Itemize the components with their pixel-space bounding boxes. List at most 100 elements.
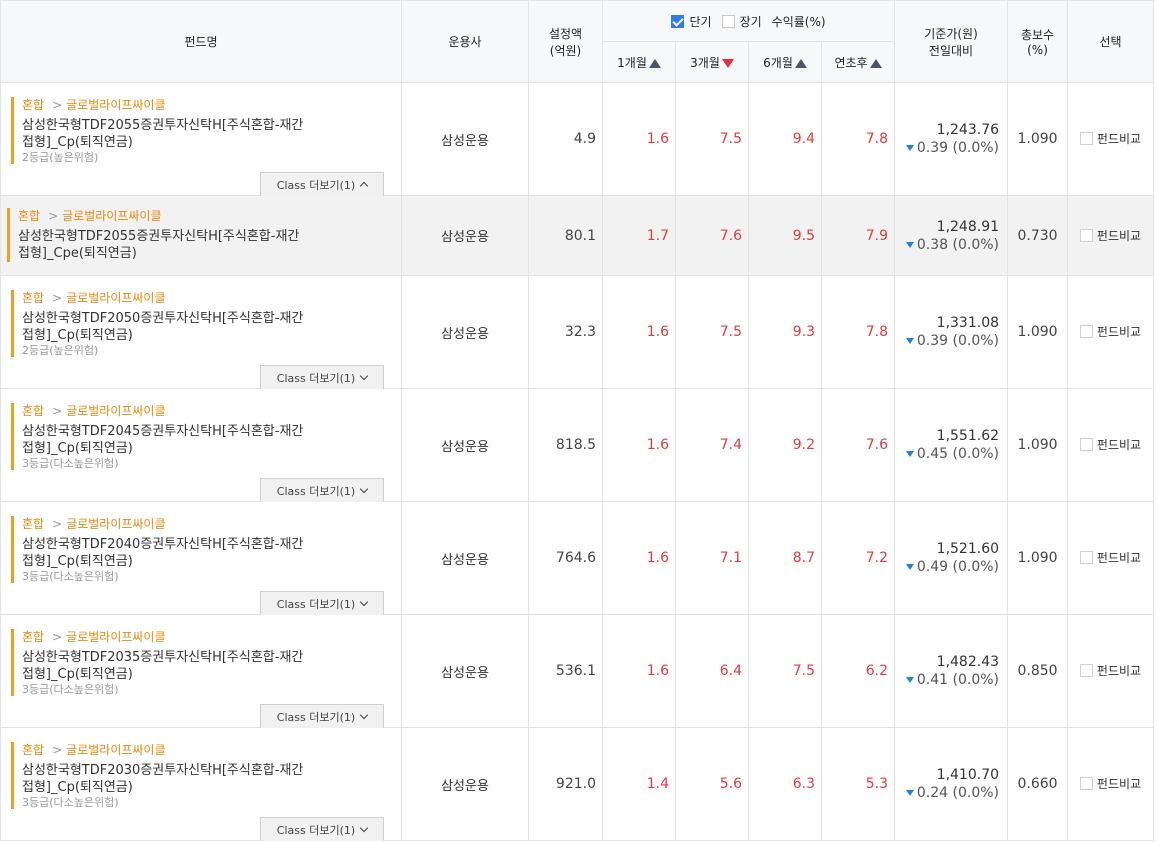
fund-compare-option[interactable]: 펀드비교 (1079, 549, 1141, 566)
amount-cell: 921.0 (528, 727, 603, 841)
fund-compare-option[interactable]: 펀드비교 (1079, 323, 1141, 340)
nav-value: 1,410.70 (936, 767, 1000, 783)
fund-compare-checkbox[interactable] (1079, 325, 1093, 338)
col-fee-unit: (%) (1027, 43, 1048, 57)
nav-cell: 1,331.08 0.39 (0.0%) (894, 275, 1009, 389)
fund-compare-checkbox[interactable] (1079, 664, 1093, 677)
sort-3m[interactable]: 3개월 (675, 41, 749, 83)
sort-down-icon (721, 58, 734, 68)
category-label[interactable]: 혼합 (22, 743, 44, 757)
nav-value: 1,551.62 (936, 428, 1000, 444)
nav-value: 1,331.08 (936, 315, 1000, 331)
amount-cell: 818.5 (528, 388, 603, 502)
subcategory-label[interactable]: 글로벌라이프싸이클 (66, 98, 165, 112)
amount-cell: 536.1 (528, 614, 603, 728)
fund-info: 혼합 > 글로벌라이프싸이클 삼성한국형TDF2055증권투자신탁H[주식혼합-재간접… (7, 208, 401, 262)
fund-name-link[interactable]: 삼성한국형TDF2055증권투자신탁H[주식혼합-재간접형]_Cp(퇴직연금) (22, 117, 312, 151)
select-cell: 펀드비교 (1067, 501, 1155, 615)
company-cell: 삼성운용 (401, 195, 529, 276)
fund-compare-label: 펀드비교 (1096, 438, 1142, 452)
class-more-button[interactable]: Class 더보기(1) (260, 704, 384, 728)
subcategory-label[interactable]: 글로벌라이프싸이클 (62, 209, 161, 223)
category-label[interactable]: 혼합 (22, 404, 44, 418)
fund-compare-label: 펀드비교 (1096, 664, 1142, 678)
sort-ytd[interactable]: 연초후 (820, 41, 896, 83)
category-label[interactable]: 혼합 (22, 517, 44, 531)
category-label[interactable]: 혼합 (22, 98, 44, 112)
subcategory-label[interactable]: 글로벌라이프싸이클 (66, 630, 165, 644)
fund-compare-checkbox[interactable] (1079, 228, 1093, 242)
sort-1m-label: 1개월 (617, 55, 647, 70)
nav-cell: 1,482.43 0.41 (0.0%) (894, 614, 1009, 728)
nav-cell: 1,410.70 0.24 (0.0%) (894, 727, 1009, 841)
return-1m-cell: 1.4 (602, 727, 676, 841)
chevron-right-icon: > (52, 517, 63, 531)
fund-compare-checkbox[interactable] (1079, 132, 1093, 145)
select-cell: 펀드비교 (1067, 727, 1155, 841)
fund-name-link[interactable]: 삼성한국형TDF2035증권투자신탁H[주식혼합-재간접형]_Cp(퇴직연금) (22, 649, 312, 683)
nav-change-value: 0.39 (0.0%) (916, 140, 1000, 156)
class-more-button[interactable]: Class 더보기(1) (260, 817, 384, 841)
fund-compare-option[interactable]: 펀드비교 (1079, 436, 1142, 453)
sort-up-icon (869, 58, 882, 68)
fund-compare-option[interactable]: 펀드비교 (1079, 775, 1141, 792)
category-label[interactable]: 혼합 (22, 630, 44, 644)
fund-info: 혼합 > 글로벌라이프싸이클 삼성한국형TDF2035증권투자신탁H[주식혼합-재간접… (11, 629, 401, 696)
sort-3m-label: 3개월 (690, 55, 720, 70)
table-row: 혼합 > 글로벌라이프싸이클 삼성한국형TDF2045증권투자신탁H[주식혼합-재간접… (0, 388, 1155, 502)
return-3m-cell: 7.6 (675, 195, 749, 276)
return-ytd-cell: 6.2 (820, 614, 896, 728)
fund-compare-label: 펀드비교 (1096, 228, 1142, 243)
long-term-option[interactable]: 장기 (721, 13, 762, 30)
short-term-checkbox[interactable] (671, 14, 685, 28)
company-cell: 삼성운용 (401, 388, 529, 502)
fund-compare-option[interactable]: 펀드비교 (1079, 130, 1141, 147)
sort-up-icon (648, 58, 661, 68)
return-ytd-cell: 5.3 (820, 727, 896, 841)
nav-cell: 1,521.60 0.49 (0.0%) (894, 501, 1009, 615)
class-more-button[interactable]: Class 더보기(1) (260, 172, 384, 196)
table-row: 혼합 > 글로벌라이프싸이클 삼성한국형TDF2050증권투자신탁H[주식혼합-재간접… (0, 275, 1155, 389)
return-3m-cell: 6.4 (675, 614, 749, 728)
subcategory-label[interactable]: 글로벌라이프싸이클 (66, 517, 165, 531)
fund-compare-checkbox[interactable] (1079, 777, 1093, 790)
down-arrow-icon (905, 564, 914, 570)
class-more-button[interactable]: Class 더보기(1) (260, 365, 384, 389)
class-more-button[interactable]: Class 더보기(1) (260, 478, 384, 502)
return-label: 수익률(%) (771, 14, 826, 29)
fund-name-link[interactable]: 삼성한국형TDF2050증권투자신탁H[주식혼합-재간접형]_Cp(퇴직연금) (22, 310, 312, 344)
subcategory-label[interactable]: 글로벌라이프싸이클 (66, 743, 165, 757)
class-more-button[interactable]: Class 더보기(1) (260, 591, 384, 615)
fund-compare-option[interactable]: 펀드비교 (1079, 662, 1142, 679)
select-cell: 펀드비교 (1067, 195, 1155, 276)
fund-compare-option[interactable]: 펀드비교 (1079, 227, 1142, 244)
fund-compare-checkbox[interactable] (1079, 438, 1093, 451)
return-3m-cell: 7.1 (675, 501, 749, 615)
nav-cell: 1,551.62 0.45 (0.0%) (894, 388, 1009, 502)
fund-info: 혼합 > 글로벌라이프싸이클 삼성한국형TDF2030증권투자신탁H[주식혼합-재간접… (11, 742, 401, 809)
return-6m-cell: 9.3 (748, 275, 822, 389)
chevron-down-icon (359, 484, 369, 494)
short-term-option[interactable]: 단기 (671, 13, 712, 30)
subcategory-label[interactable]: 글로벌라이프싸이클 (66, 291, 165, 305)
return-1m-cell: 1.6 (602, 388, 676, 502)
company-cell: 삼성운용 (401, 275, 529, 389)
fund-name-link[interactable]: 삼성한국형TDF2030증권투자신탁H[주식혼합-재간접형]_Cp(퇴직연금) (22, 762, 312, 796)
category-label[interactable]: 혼합 (22, 291, 44, 305)
fund-name-link[interactable]: 삼성한국형TDF2045증권투자신탁H[주식혼합-재간접형]_Cp(퇴직연금) (22, 423, 312, 457)
fund-category: 혼합 > 글로벌라이프싸이클 (22, 516, 401, 532)
fund-compare-checkbox[interactable] (1079, 551, 1093, 564)
fund-name-link[interactable]: 삼성한국형TDF2055증권투자신탁H[주식혼합-재간접형]_Cpe(퇴직연금) (18, 228, 308, 262)
return-3m-cell: 5.6 (675, 727, 749, 841)
fund-name-link[interactable]: 삼성한국형TDF2040증권투자신탁H[주식혼합-재간접형]_Cp(퇴직연금) (22, 536, 312, 570)
long-term-checkbox[interactable] (721, 14, 735, 28)
return-6m-cell: 9.5 (748, 195, 822, 276)
col-nav: 기준가(원) 전일대비 (894, 0, 1009, 83)
subcategory-label[interactable]: 글로벌라이프싸이클 (66, 404, 165, 418)
down-arrow-icon (905, 790, 914, 796)
col-fee-label: 총보수 (1020, 28, 1055, 42)
sort-6m[interactable]: 6개월 (748, 41, 822, 83)
risk-grade: 3등급(다소높은위험) (22, 796, 119, 809)
category-label[interactable]: 혼합 (18, 209, 40, 223)
sort-1m[interactable]: 1개월 (602, 41, 676, 83)
